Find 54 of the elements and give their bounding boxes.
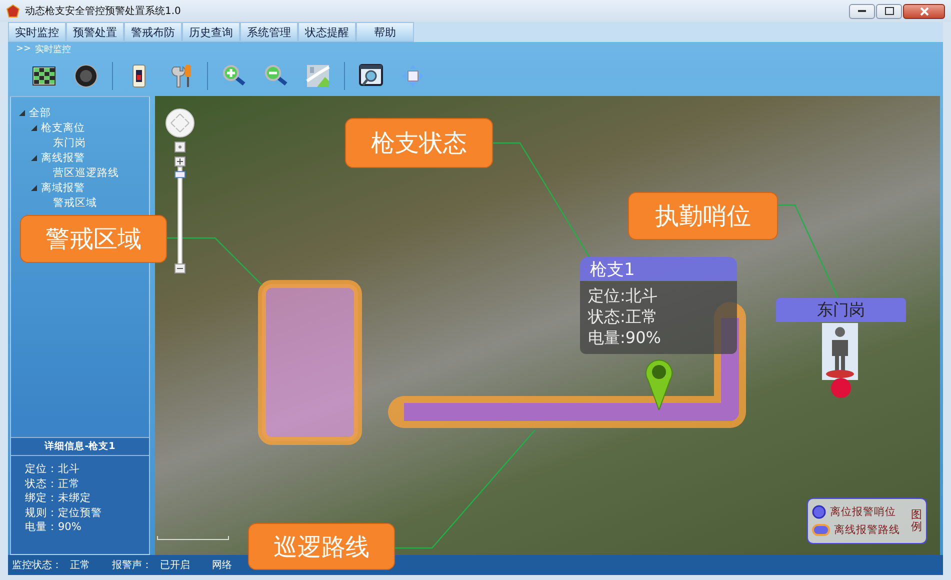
expand-triangle-icon[interactable] [31, 184, 37, 190]
legend-label: 离位报警哨位 [830, 505, 896, 519]
pan-control[interactable] [166, 108, 194, 138]
callout-label: 警戒区域 [20, 215, 167, 263]
callout-label: 执勤哨位 [628, 192, 778, 240]
location-pin-icon[interactable] [645, 358, 673, 410]
popup-line: 电量:90% [588, 327, 662, 348]
status-value: 已开启 [160, 558, 190, 572]
detail-line: 绑定：未绑定 [25, 491, 92, 506]
dot-symbol-icon [812, 505, 826, 519]
speaker-icon[interactable] [72, 62, 100, 90]
route-symbol-icon [812, 524, 830, 536]
maximize-button[interactable] [876, 4, 902, 18]
menu-item[interactable]: 实时监控 [8, 22, 66, 42]
menu-item[interactable]: 警戒布防 [124, 22, 182, 42]
status-label: 网络 [212, 559, 232, 572]
status-value: 正常 [70, 558, 90, 572]
app-emblem-icon [6, 4, 20, 18]
legend-title: 图例 [911, 508, 922, 534]
details-title: 详细信息-枪支1 [11, 437, 149, 456]
close-icon [920, 6, 928, 16]
menu-item[interactable]: 系统管理 [240, 22, 298, 42]
menu-item[interactable]: 预警处置 [66, 22, 124, 42]
maximize-icon [884, 7, 894, 15]
status-label: 报警声： [112, 558, 152, 572]
expand-triangle-icon[interactable] [19, 110, 25, 116]
detail-line: 定位：北斗 [25, 462, 81, 476]
expand-triangle-icon[interactable] [31, 124, 37, 130]
expand-triangle-icon[interactable] [31, 154, 37, 160]
popup-line: 状态:正常 [588, 306, 658, 327]
close-button[interactable] [903, 4, 945, 18]
zoom-slider-thumb[interactable] [174, 171, 186, 178]
window-title: 动态枪支安全管控预警处置系统1.0 [25, 4, 182, 18]
zoom-out-button[interactable] [174, 264, 186, 274]
breadcrumb-marker: >> [16, 44, 32, 54]
minimize-button[interactable] [849, 4, 875, 18]
breadcrumb: 实时监控 [35, 44, 72, 56]
callout-label: 巡逻路线 [248, 523, 395, 570]
popup-line: 定位:北斗 [588, 285, 658, 306]
locate-button[interactable] [174, 142, 186, 152]
zoom-in-button[interactable] [174, 156, 186, 166]
detail-line: 规则：定位预警 [25, 506, 103, 520]
menu-item[interactable]: 历史查询 [182, 22, 240, 42]
scale-bar [157, 536, 229, 540]
callout-label: 枪支状态 [345, 118, 493, 168]
detail-line: 状态：正常 [25, 476, 81, 491]
popup-title: 枪支1 [580, 257, 737, 281]
menu-item[interactable]: 状态提醒 [298, 22, 356, 42]
minimize-icon [858, 10, 866, 12]
menu-item[interactable]: 帮助 [356, 22, 414, 42]
legend-label: 离线报警路线 [834, 523, 900, 537]
status-label: 监控状态： [12, 558, 62, 572]
post-label: 东门岗 [776, 298, 906, 322]
detail-line: 电量：90% [25, 520, 82, 534]
